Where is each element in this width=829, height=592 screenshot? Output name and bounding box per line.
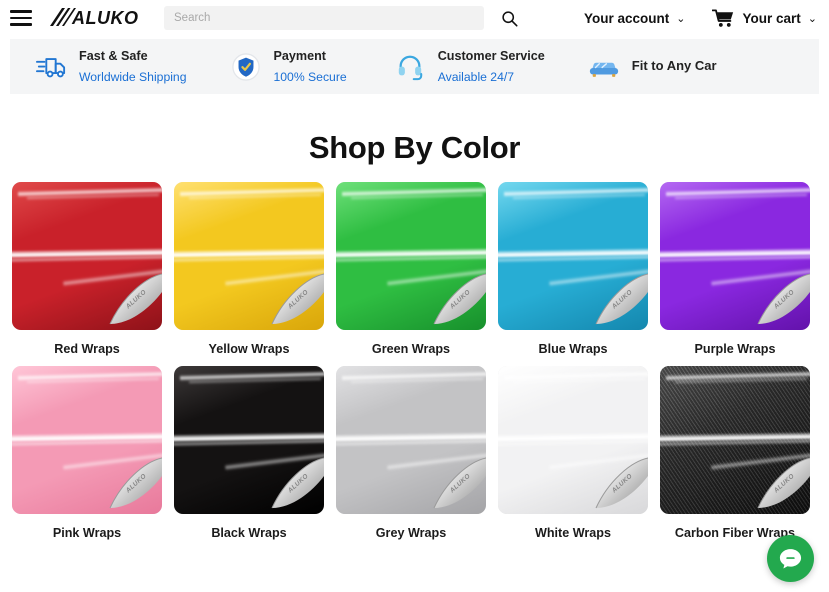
peeled-corner: ALUKO	[100, 452, 162, 514]
headset-icon	[393, 51, 427, 83]
color-card[interactable]: ALUKO Green Wraps	[336, 182, 486, 356]
peeled-corner: ALUKO	[424, 452, 486, 514]
peeled-corner: ALUKO	[586, 452, 648, 514]
chat-widget-button[interactable]	[767, 535, 814, 582]
benefit-text: Fit to Any Car	[632, 56, 717, 76]
wrap-swatch[interactable]: ALUKO	[12, 182, 162, 330]
account-menu[interactable]: Your account ⌄	[584, 11, 685, 26]
cart-menu-label: Your cart	[742, 10, 801, 26]
benefit-title: Payment	[273, 49, 327, 64]
benefit-text: Fast & Safe Worldwide Shipping	[79, 46, 187, 87]
wrap-swatch[interactable]: ALUKO	[174, 366, 324, 514]
hamburger-bar	[10, 16, 32, 20]
hamburger-menu-icon[interactable]	[10, 10, 32, 26]
color-card[interactable]: ALUKO Red Wraps	[12, 182, 162, 356]
peeled-corner: ALUKO	[748, 452, 810, 514]
benefit-title: Customer Service	[437, 49, 545, 64]
color-card-label: Purple Wraps	[694, 342, 776, 356]
peeled-corner: ALUKO	[100, 268, 162, 330]
color-card-label: Red Wraps	[54, 342, 120, 356]
search-field-wrapper	[164, 6, 484, 30]
benefit-subtitle: Worldwide Shipping	[79, 69, 187, 84]
benefit-title: Fit to Any Car	[631, 58, 717, 74]
car-icon	[587, 51, 621, 83]
color-card-grid: ALUKO Red Wraps ALUKO Yellow Wraps ALUKO Gree…	[0, 182, 829, 550]
benefit-item-payment[interactable]: Payment 100% Secure	[229, 46, 347, 87]
color-card-label: Grey Wraps	[375, 526, 447, 540]
benefit-item-fitment[interactable]: Fit to Any Car	[587, 51, 717, 83]
color-card-label: Yellow Wraps	[208, 342, 290, 356]
benefit-text: Payment 100% Secure	[274, 46, 347, 87]
hamburger-bar	[10, 23, 32, 26]
search-input[interactable]	[164, 6, 484, 30]
wrap-swatch[interactable]: ALUKO	[660, 366, 810, 514]
account-menu-label: Your account	[584, 10, 670, 26]
color-card[interactable]: ALUKO Carbon Fiber Wraps	[660, 366, 810, 540]
site-header: ALUKO Your account ⌄ Your cart ⌄	[0, 0, 829, 36]
benefit-item-shipping[interactable]: Fast & Safe Worldwide Shipping	[34, 46, 187, 87]
chevron-down-icon: ⌄	[807, 12, 817, 25]
shield-check-icon	[229, 51, 263, 83]
peeled-corner: ALUKO	[748, 268, 810, 330]
wrap-swatch[interactable]: ALUKO	[498, 366, 648, 514]
color-card-label: Green Wraps	[371, 342, 451, 356]
wrap-swatch[interactable]: ALUKO	[174, 182, 324, 330]
benefit-title: Fast & Safe	[79, 49, 148, 64]
color-card-label: Blue Wraps	[538, 342, 608, 356]
wrap-swatch[interactable]: ALUKO	[660, 182, 810, 330]
color-card[interactable]: ALUKO Yellow Wraps	[174, 182, 324, 356]
delivery-truck-icon	[34, 51, 68, 83]
benefits-bar: Fast & Safe Worldwide Shipping Payment 1…	[10, 39, 819, 94]
wrap-swatch[interactable]: ALUKO	[336, 366, 486, 514]
chevron-down-icon: ⌄	[676, 12, 686, 25]
color-card[interactable]: ALUKO Grey Wraps	[336, 366, 486, 540]
site-logo[interactable]: ALUKO	[48, 3, 144, 33]
wrap-swatch[interactable]: ALUKO	[498, 182, 648, 330]
color-card[interactable]: ALUKO Purple Wraps	[660, 182, 810, 356]
chat-bubble-icon	[779, 549, 802, 569]
color-card[interactable]: ALUKO White Wraps	[498, 366, 648, 540]
benefit-item-customer-service[interactable]: Customer Service Available 24/7	[393, 46, 545, 87]
cart-menu[interactable]: Your cart ⌄	[711, 8, 817, 28]
svg-text:ALUKO: ALUKO	[71, 8, 139, 28]
color-card[interactable]: ALUKO Black Wraps	[174, 366, 324, 540]
benefit-text: Customer Service Available 24/7	[438, 46, 545, 87]
search-icon[interactable]	[498, 7, 520, 29]
benefit-subtitle: Available 24/7	[437, 69, 515, 84]
shopping-cart-icon	[711, 8, 734, 28]
color-card[interactable]: ALUKO Pink Wraps	[12, 366, 162, 540]
hamburger-bar	[10, 10, 32, 13]
color-card[interactable]: ALUKO Blue Wraps	[498, 182, 648, 356]
peeled-corner: ALUKO	[262, 452, 324, 514]
peeled-corner: ALUKO	[262, 268, 324, 330]
wrap-swatch[interactable]: ALUKO	[336, 182, 486, 330]
page-title: Shop By Color	[308, 130, 521, 165]
color-card-label: White Wraps	[534, 526, 612, 540]
peeled-corner: ALUKO	[586, 268, 648, 330]
wrap-swatch[interactable]: ALUKO	[12, 366, 162, 514]
color-card-label: Black Wraps	[211, 526, 287, 540]
peeled-corner: ALUKO	[424, 268, 486, 330]
color-card-label: Pink Wraps	[52, 526, 122, 540]
benefit-subtitle: 100% Secure	[273, 69, 347, 84]
